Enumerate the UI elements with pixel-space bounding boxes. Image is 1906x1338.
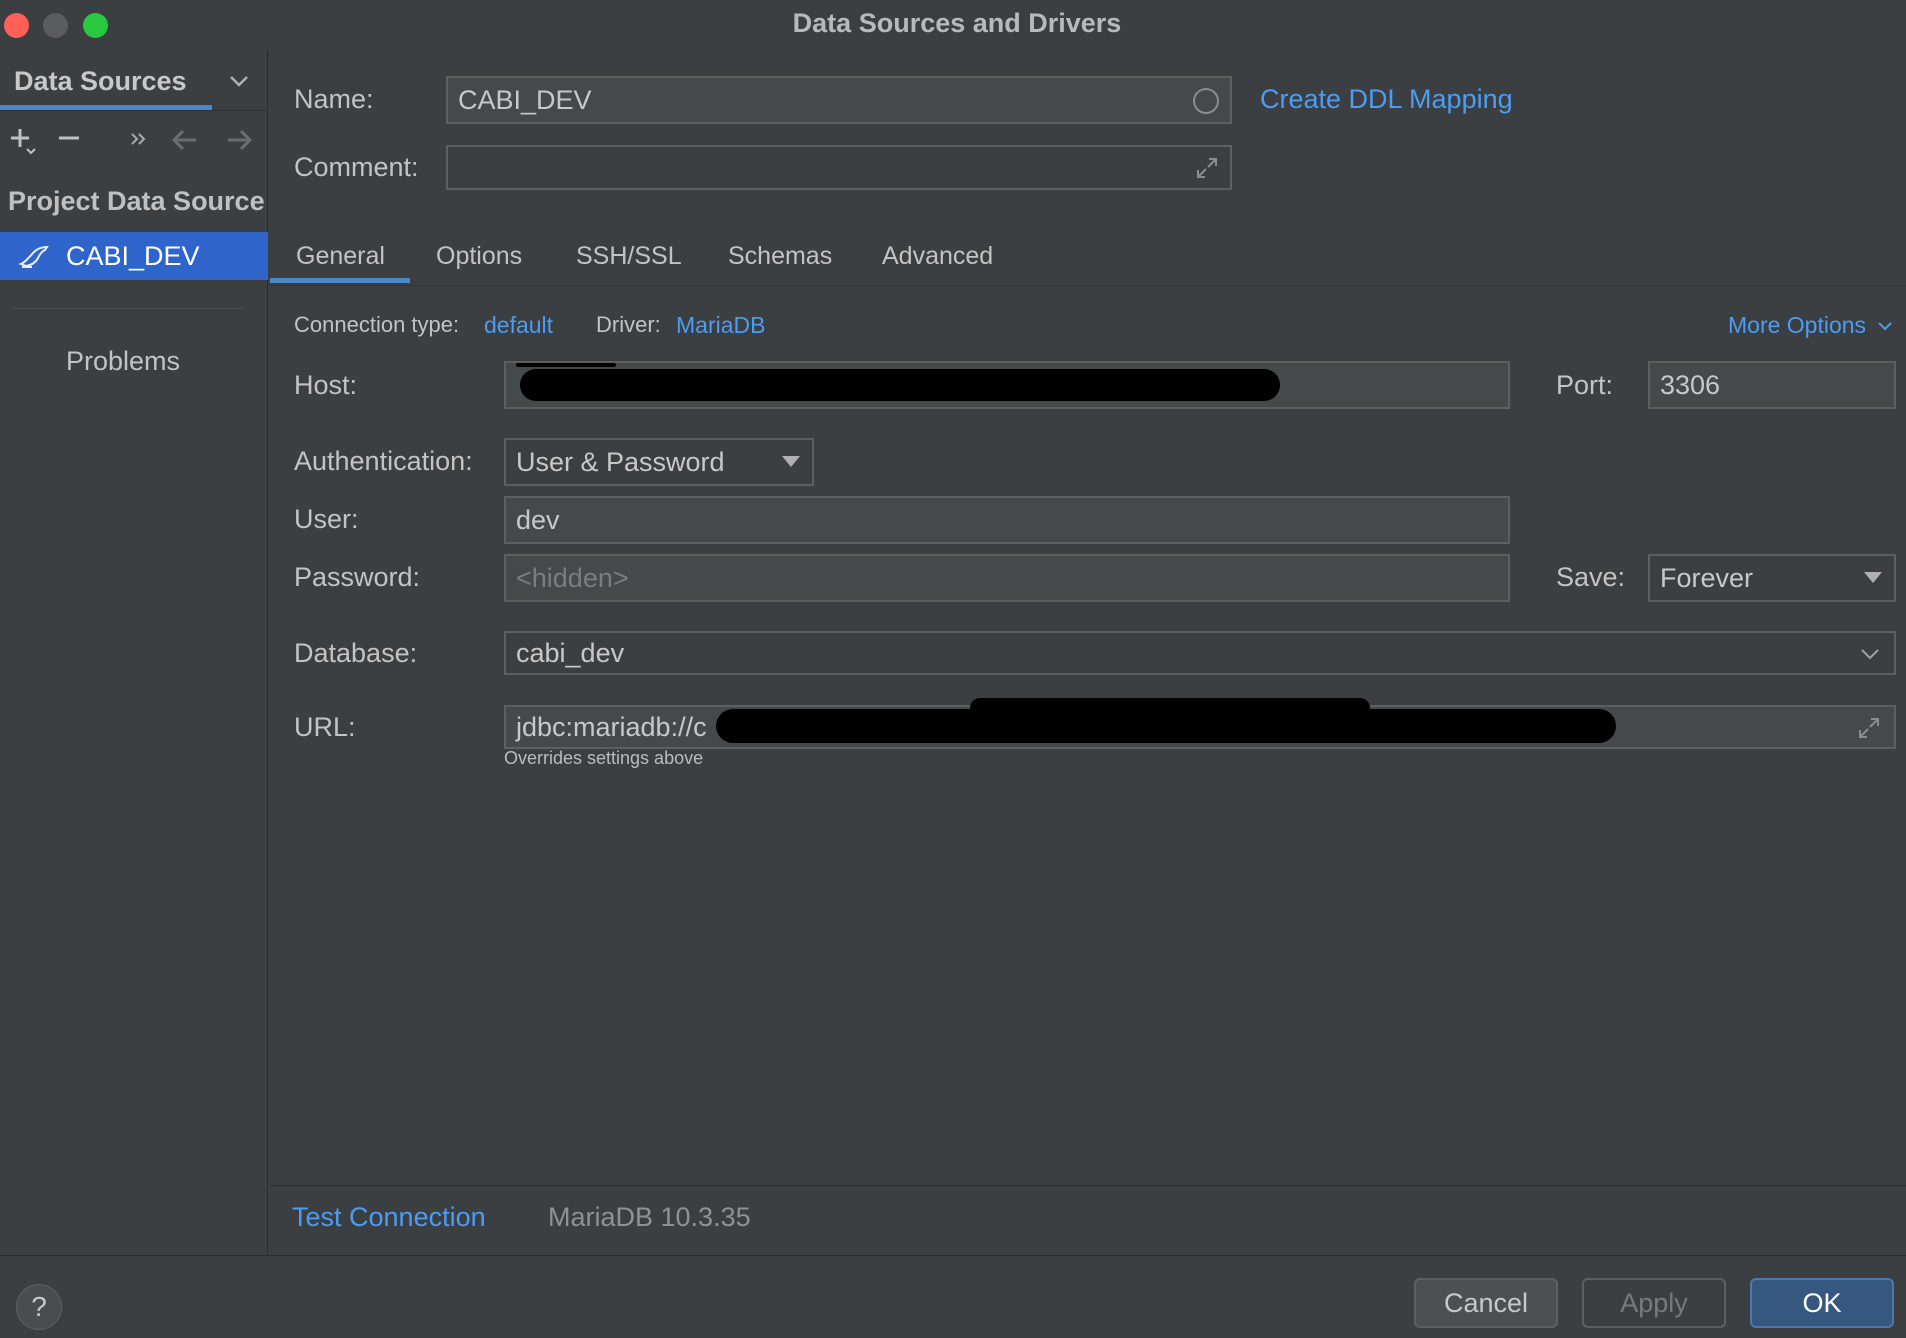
more-actions-icon[interactable] xyxy=(124,125,154,155)
data-source-item-label: CABI_DEV xyxy=(66,241,200,271)
expand-icon[interactable] xyxy=(1856,715,1882,741)
url-input-value: jdbc:mariadb://c xyxy=(516,711,707,742)
more-options-label: More Options xyxy=(1728,312,1867,338)
name-input[interactable]: CABI_DEV xyxy=(446,76,1232,124)
ok-button[interactable]: OK xyxy=(1750,1278,1894,1328)
project-data-source-heading: Project Data Source xyxy=(8,186,265,216)
connection-type-link[interactable]: default xyxy=(484,312,553,339)
tab-advanced[interactable]: Advanced xyxy=(882,242,993,271)
url-label: URL: xyxy=(294,712,356,742)
dropdown-arrow-icon xyxy=(1864,572,1882,583)
host-label: Host: xyxy=(294,370,358,400)
database-label: Database: xyxy=(294,638,418,668)
left-divider xyxy=(12,308,244,309)
chevron-down-icon xyxy=(1878,322,1893,331)
expand-icon[interactable] xyxy=(1194,155,1220,181)
help-button[interactable]: ? xyxy=(16,1284,62,1330)
chevron-down-icon[interactable] xyxy=(1858,642,1882,666)
password-label: Password: xyxy=(294,562,421,592)
url-hint: Overrides settings above xyxy=(504,748,704,768)
database-combobox[interactable]: cabi_dev xyxy=(504,631,1896,675)
redaction-mark xyxy=(520,369,1280,401)
back-arrow-icon[interactable] xyxy=(168,125,202,155)
window-title: Data Sources and Drivers xyxy=(792,8,1122,38)
data-sources-tab-label: Data Sources xyxy=(14,66,187,96)
left-panel: Data Sources Project Data Source CABI_DE… xyxy=(0,50,268,1255)
user-label: User: xyxy=(294,504,359,534)
tab-bar: General Options SSH/SSL Schemas Advanced xyxy=(270,228,1906,286)
main-panel: Name: CABI_DEV Create DDL Mapping Commen… xyxy=(270,50,1906,1255)
create-ddl-mapping-link[interactable]: Create DDL Mapping xyxy=(1260,84,1513,115)
remove-icon[interactable] xyxy=(54,125,84,155)
port-input-value: 3306 xyxy=(1660,369,1721,400)
data-sources-tab[interactable]: Data Sources xyxy=(0,50,268,110)
data-sources-toolbar xyxy=(0,110,268,170)
driver-link[interactable]: MariaDB xyxy=(676,312,765,339)
connection-type-label: Connection type: xyxy=(294,312,460,337)
name-label: Name: xyxy=(294,84,374,114)
server-version: MariaDB 10.3.35 xyxy=(548,1202,751,1232)
redaction-mark xyxy=(970,698,1370,718)
authentication-select-value: User & Password xyxy=(516,446,725,477)
title-bar: Data Sources and Drivers xyxy=(0,0,1906,50)
save-select-value: Forever xyxy=(1660,562,1754,593)
authentication-select[interactable]: User & Password xyxy=(504,438,814,486)
save-label: Save: xyxy=(1556,562,1626,592)
dialog-footer: ? Cancel Apply OK xyxy=(0,1255,1906,1338)
forward-arrow-icon[interactable] xyxy=(222,125,256,155)
data-source-item[interactable]: CABI_DEV xyxy=(0,232,268,280)
problems-item[interactable]: Problems xyxy=(66,346,180,377)
user-input-value: dev xyxy=(516,504,560,535)
user-input[interactable]: dev xyxy=(504,496,1510,544)
dropdown-arrow-icon xyxy=(782,456,800,467)
password-placeholder: <hidden> xyxy=(516,562,629,593)
chevron-down-icon[interactable] xyxy=(226,68,252,94)
apply-button[interactable]: Apply xyxy=(1582,1278,1726,1328)
mariadb-seal-icon xyxy=(18,245,49,268)
name-input-value: CABI_DEV xyxy=(458,84,592,115)
more-options-link[interactable]: More Options xyxy=(1728,312,1894,339)
cancel-button[interactable]: Cancel xyxy=(1414,1278,1558,1328)
save-select[interactable]: Forever xyxy=(1648,554,1896,602)
tab-ssh-ssl[interactable]: SSH/SSL xyxy=(576,242,682,271)
circle-icon[interactable] xyxy=(1192,87,1220,115)
authentication-label: Authentication: xyxy=(294,446,473,476)
status-bar: Test Connection MariaDB 10.3.35 xyxy=(270,1185,1906,1255)
port-label: Port: xyxy=(1556,370,1614,400)
active-tab-underline xyxy=(270,278,410,283)
add-icon[interactable] xyxy=(4,125,40,155)
password-input[interactable]: <hidden> xyxy=(504,554,1510,602)
comment-input[interactable] xyxy=(446,145,1232,190)
driver-label: Driver: xyxy=(596,312,661,337)
tab-options[interactable]: Options xyxy=(436,242,522,271)
redaction-mark xyxy=(516,363,616,367)
comment-label: Comment: xyxy=(294,152,419,182)
tab-schemas[interactable]: Schemas xyxy=(728,242,832,271)
database-combobox-value: cabi_dev xyxy=(516,637,625,668)
test-connection-link[interactable]: Test Connection xyxy=(292,1202,486,1233)
tab-general[interactable]: General xyxy=(296,242,385,271)
port-input[interactable]: 3306 xyxy=(1648,361,1896,409)
